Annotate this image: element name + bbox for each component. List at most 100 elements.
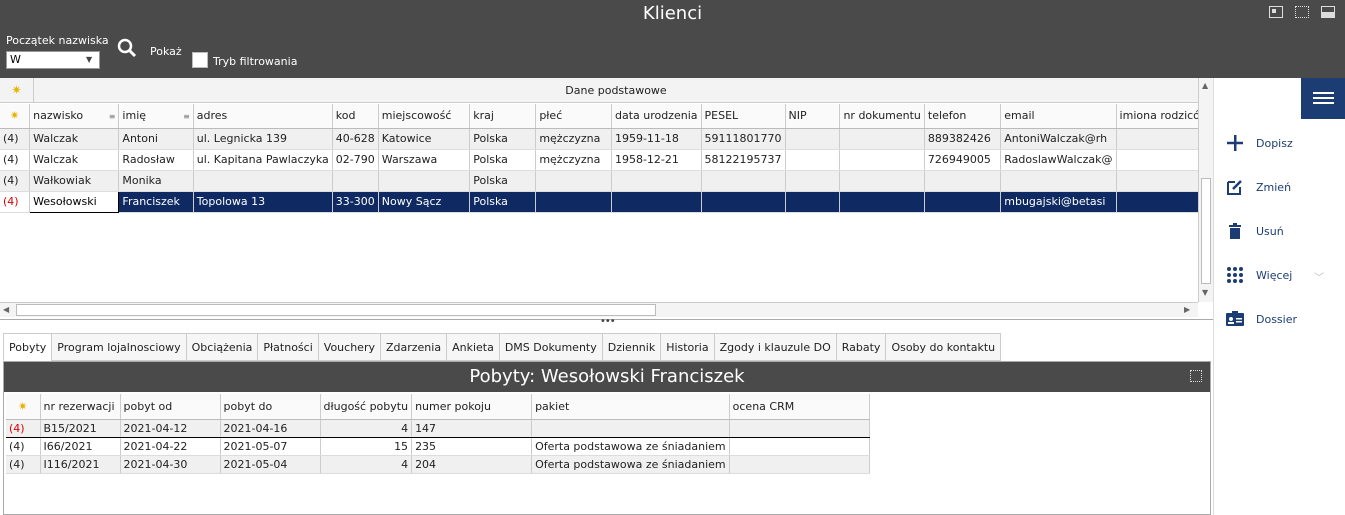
- column-header[interactable]: długość pobytu: [320, 394, 413, 420]
- tab-obciazenia[interactable]: Obciążenia: [185, 333, 258, 361]
- column-header[interactable]: numer pokoju: [411, 394, 533, 420]
- cell[interactable]: 1959-11-18: [611, 128, 702, 150]
- cell[interactable]: 02-790: [332, 149, 379, 171]
- column-header[interactable]: adres: [193, 104, 333, 129]
- cell[interactable]: B15/2021: [40, 418, 121, 438]
- tab-vouchery[interactable]: Vouchery: [317, 333, 380, 361]
- filter-mode-checkbox[interactable]: [192, 52, 208, 68]
- cell[interactable]: Radosław: [118, 149, 194, 171]
- cell[interactable]: Polska: [469, 191, 537, 213]
- cell[interactable]: 2021-04-12: [120, 418, 221, 438]
- cell[interactable]: [785, 149, 841, 171]
- vertical-scrollbar[interactable]: ▲ ▼: [1198, 78, 1213, 302]
- edit-button[interactable]: Zmień: [1224, 174, 1291, 200]
- cell[interactable]: [701, 170, 786, 192]
- tab-zdarzenia[interactable]: Zdarzenia: [379, 333, 447, 361]
- cell[interactable]: 2021-04-16: [220, 418, 321, 438]
- column-header[interactable]: pakiet: [531, 394, 730, 420]
- scroll-down-icon[interactable]: ▼: [1202, 288, 1208, 297]
- column-header[interactable]: nazwisko ≡: [29, 104, 120, 129]
- cell[interactable]: mężczyzna: [535, 149, 612, 171]
- table-row[interactable]: (4) Walczak Radosław ul. Kapitana Pawlac…: [0, 149, 1214, 171]
- table-row[interactable]: (4) Walczak Antoni ul. Legnicka 139 40-6…: [0, 128, 1214, 150]
- cell[interactable]: Nowy Sącz: [378, 191, 471, 213]
- cell[interactable]: Polska: [469, 149, 537, 171]
- splitter-handle[interactable]: •••: [600, 316, 616, 327]
- select-area-icon[interactable]: [1295, 6, 1309, 18]
- cell[interactable]: [531, 418, 730, 438]
- cell[interactable]: Warszawa: [378, 149, 471, 171]
- table-row[interactable]: (4) I66/2021 2021-04-22 2021-05-07 15 23…: [6, 437, 870, 456]
- cell[interactable]: [378, 170, 471, 192]
- add-button[interactable]: Dopisz: [1224, 130, 1293, 156]
- cell[interactable]: mbugajski@betasi: [1000, 191, 1117, 213]
- cell[interactable]: I66/2021: [40, 437, 121, 456]
- cell[interactable]: 2021-05-07: [220, 437, 321, 456]
- cell[interactable]: 2021-05-04: [220, 455, 321, 474]
- cell[interactable]: Polska: [469, 128, 537, 150]
- tab-platnosci[interactable]: Płatności: [257, 333, 318, 361]
- column-header[interactable]: NIP: [785, 104, 841, 129]
- column-header[interactable]: kod: [332, 104, 379, 129]
- cell[interactable]: Antoni: [118, 128, 194, 150]
- menu-icon[interactable]: [1301, 78, 1345, 119]
- cell[interactable]: I116/2021: [40, 455, 121, 474]
- cell[interactable]: AntoniWalczak@rh: [1000, 128, 1117, 150]
- cell[interactable]: 2021-04-30: [120, 455, 221, 474]
- cell[interactable]: mężczyzna: [535, 128, 612, 150]
- delete-button[interactable]: Usuń: [1224, 218, 1284, 244]
- cell[interactable]: 235: [411, 437, 533, 456]
- tab-osoby-do-kontaktu[interactable]: Osoby do kontaktu: [885, 333, 1002, 361]
- cell[interactable]: 1958-12-21: [611, 149, 702, 171]
- cell[interactable]: [839, 170, 925, 192]
- column-header[interactable]: pobyt do: [220, 394, 321, 420]
- cell[interactable]: [1000, 170, 1117, 192]
- cell[interactable]: Topolowa 13: [193, 191, 333, 213]
- layout-icon[interactable]: [1269, 6, 1283, 18]
- cell[interactable]: [611, 170, 702, 192]
- show-button[interactable]: Pokaż: [150, 45, 182, 58]
- cell[interactable]: Franciszek: [118, 191, 194, 213]
- cell[interactable]: 15: [320, 437, 413, 456]
- tab-ankieta[interactable]: Ankieta: [446, 333, 499, 361]
- cell[interactable]: [785, 170, 841, 192]
- column-header[interactable]: nr rezerwacji: [40, 394, 121, 420]
- star-icon[interactable]: ✷: [0, 104, 31, 129]
- cell[interactable]: 4: [320, 418, 413, 438]
- table-row-selected[interactable]: (4) Wesołowski Franciszek Topolowa 13 33…: [0, 190, 1214, 213]
- cell[interactable]: 889382426: [924, 128, 1002, 150]
- column-header[interactable]: płeć: [535, 104, 612, 129]
- cell[interactable]: Polska: [469, 170, 537, 192]
- tab-dziennik[interactable]: Dziennik: [601, 333, 661, 361]
- column-header[interactable]: pobyt od: [120, 394, 221, 420]
- table-row[interactable]: (4) B15/2021 2021-04-12 2021-04-16 4 147: [6, 418, 870, 438]
- tab-zgody[interactable]: Zgody i klauzule DO: [713, 333, 836, 361]
- scroll-thumb[interactable]: [16, 304, 656, 316]
- select-area-icon[interactable]: [1190, 370, 1202, 382]
- tab-program-lojalnosciowy[interactable]: Program lojalnosciowy: [51, 333, 186, 361]
- column-header[interactable]: ocena CRM: [729, 394, 870, 420]
- chevron-down-icon[interactable]: ▼: [86, 55, 92, 64]
- cell[interactable]: 726949005: [924, 149, 1002, 171]
- cell[interactable]: [535, 191, 612, 213]
- cell[interactable]: [701, 191, 786, 213]
- column-header[interactable]: nr dokumentu: [839, 104, 925, 129]
- column-header[interactable]: telefon: [924, 104, 1002, 129]
- cell[interactable]: 59111801770: [701, 128, 786, 150]
- cell[interactable]: 4: [320, 455, 413, 474]
- table-row[interactable]: (4) Wałkowiak Monika Polska: [0, 170, 1214, 192]
- column-header[interactable]: kraj: [469, 104, 537, 129]
- dossier-button[interactable]: Dossier: [1224, 306, 1297, 332]
- more-button[interactable]: Więcej: [1224, 262, 1292, 288]
- cell[interactable]: RadoslawWalczak@: [1000, 149, 1117, 171]
- cell[interactable]: [193, 170, 333, 192]
- cell[interactable]: 147: [411, 418, 533, 438]
- tab-pobyty[interactable]: Pobyty: [3, 333, 52, 361]
- cell[interactable]: [729, 418, 870, 438]
- cell[interactable]: Oferta podstawowa ze śniadaniem: [531, 455, 730, 474]
- cell[interactable]: Wałkowiak: [29, 170, 120, 192]
- column-header[interactable]: imię ≡: [118, 104, 194, 129]
- table-row[interactable]: (4) I116/2021 2021-04-30 2021-05-04 4 20…: [6, 455, 870, 474]
- cell[interactable]: [839, 128, 925, 150]
- cell[interactable]: Wesołowski: [29, 190, 120, 213]
